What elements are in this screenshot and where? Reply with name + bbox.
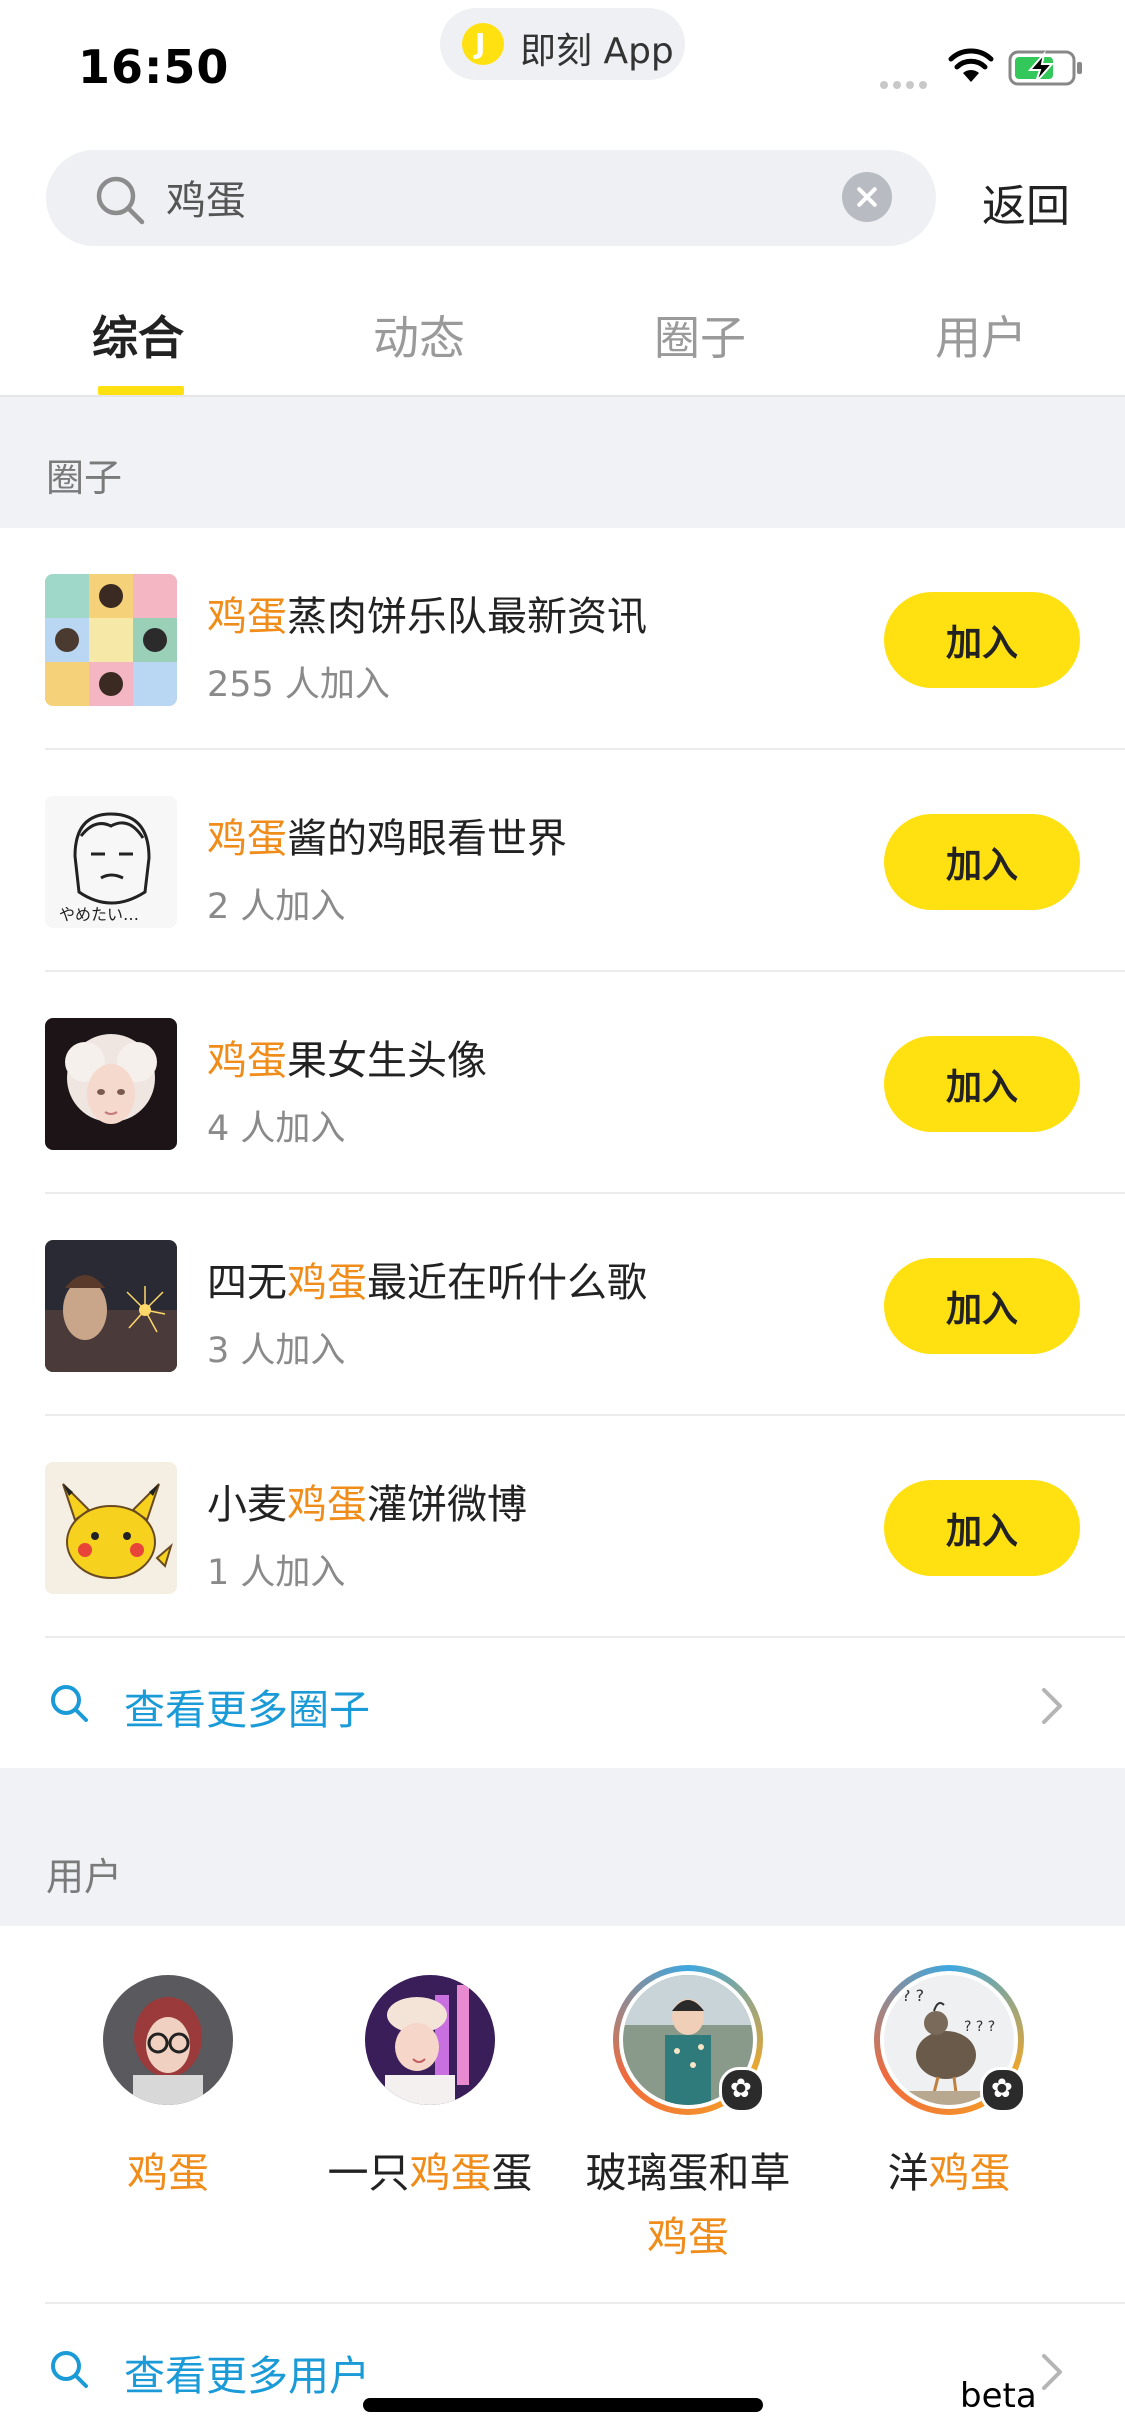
circle-thumbnail [45,1018,177,1150]
app-indicator-label: 即刻 App [520,31,674,72]
search-bar[interactable] [46,150,936,246]
home-indicator[interactable] [363,2398,763,2412]
chevron-right-icon [1040,2352,1064,2396]
more-users-link[interactable]: 查看更多用户 [0,2304,1125,2434]
join-button[interactable]: 加入 [884,1036,1080,1132]
user-name: 鸡蛋 [48,2141,288,2205]
circle-row[interactable]: 小麦鸡蛋灌饼微博 1 人加入 加入 [0,1416,1125,1638]
cellular-signal-icon [880,74,932,89]
search-input[interactable] [166,172,846,222]
user-card[interactable]: 一只鸡蛋蛋 [310,1965,550,2205]
circle-thumbnail: やめたい… [45,796,177,928]
user-name: 一只鸡蛋蛋 [327,2149,533,2197]
verified-badge-icon [719,2067,765,2113]
user-card[interactable]: 鸡蛋 [48,1965,288,2205]
highlight-keyword: 鸡蛋 [287,1260,367,1306]
circle-thumbnail [45,574,177,706]
member-count: 3 人加入 [207,1331,346,1371]
member-count: 2 人加入 [207,887,346,927]
tab-posts[interactable]: 动态 [373,302,465,368]
jike-logo-icon [462,23,504,65]
verified-badge-icon [980,2067,1026,2113]
circle-row[interactable]: 鸡蛋蒸肉饼乐队最新资讯 255 人加入 加入 [0,528,1125,750]
highlight-keyword: 鸡蛋 [287,1482,367,1528]
circle-thumbnail [45,1462,177,1594]
more-users-label: 查看更多用户 [124,2352,370,2400]
section-title: 用户 [46,1855,123,1899]
join-button[interactable]: 加入 [884,1480,1080,1576]
tab-circles[interactable]: 圈子 [654,302,746,368]
battery-charging-icon [1008,50,1084,90]
member-count: 1 人加入 [207,1553,346,1593]
highlight-keyword: 鸡蛋 [207,594,287,640]
circles-section-header: 圈子 [0,397,1125,528]
highlight-keyword: 鸡蛋 [207,816,287,862]
status-time: 16:50 [78,40,230,94]
circle-thumbnail [45,1240,177,1372]
more-circles-link[interactable]: 查看更多圈子 [0,1638,1125,1768]
active-tab-indicator [98,386,184,395]
user-card[interactable]: 玻璃蛋和草鸡蛋 [568,1965,808,2269]
avatar [103,1975,233,2105]
app-indicator-pill[interactable]: 即刻 App [440,8,685,80]
clear-search-icon[interactable] [842,172,892,222]
user-card[interactable]: ? ? ? ? ? 洋鸡蛋 [829,1965,1069,2205]
user-name: 玻璃蛋和草 鸡蛋 [585,2149,791,2261]
chevron-right-icon [1040,1686,1064,1730]
circle-title: 小麦鸡蛋灌饼微博 [207,1482,527,1528]
tab-all[interactable]: 综合 [92,302,184,368]
beta-label: beta [960,2376,1037,2416]
member-count: 4 人加入 [207,1109,346,1149]
search-icon [48,2348,90,2394]
more-circles-label: 查看更多圈子 [124,1686,370,1734]
avatar [365,1975,495,2105]
highlight-keyword: 鸡蛋 [928,2149,1011,2197]
join-button[interactable]: 加入 [884,1258,1080,1354]
circle-row[interactable]: やめたい… 鸡蛋酱的鸡眼看世界 2 人加入 加入 [0,750,1125,972]
search-icon [94,174,146,230]
member-count: 255 人加入 [207,665,390,705]
svg-text:やめたい…: やめたい… [59,905,139,924]
tab-users[interactable]: 用户 [935,302,1027,368]
circle-row[interactable]: 鸡蛋果女生头像 4 人加入 加入 [0,972,1125,1194]
user-name: 洋鸡蛋 [887,2149,1011,2197]
circle-title: 鸡蛋果女生头像 [207,1038,487,1084]
users-section-header: 用户 [0,1768,1125,1926]
highlight-keyword: 鸡蛋 [647,2213,729,2261]
wifi-icon [948,48,994,88]
back-button[interactable]: 返回 [982,170,1070,234]
highlight-keyword: 鸡蛋 [127,2149,209,2197]
join-button[interactable]: 加入 [884,814,1080,910]
circle-title: 四无鸡蛋最近在听什么歌 [207,1260,647,1306]
join-button[interactable]: 加入 [884,592,1080,688]
circle-title: 鸡蛋蒸肉饼乐队最新资讯 [207,594,647,640]
search-icon [48,1682,90,1728]
circle-row[interactable]: 四无鸡蛋最近在听什么歌 3 人加入 加入 [0,1194,1125,1416]
highlight-keyword: 鸡蛋 [409,2149,492,2197]
highlight-keyword: 鸡蛋 [207,1038,287,1084]
circle-title: 鸡蛋酱的鸡眼看世界 [207,816,567,862]
svg-text:? ? ?: ? ? ? [964,2019,995,2035]
section-title: 圈子 [46,456,123,500]
